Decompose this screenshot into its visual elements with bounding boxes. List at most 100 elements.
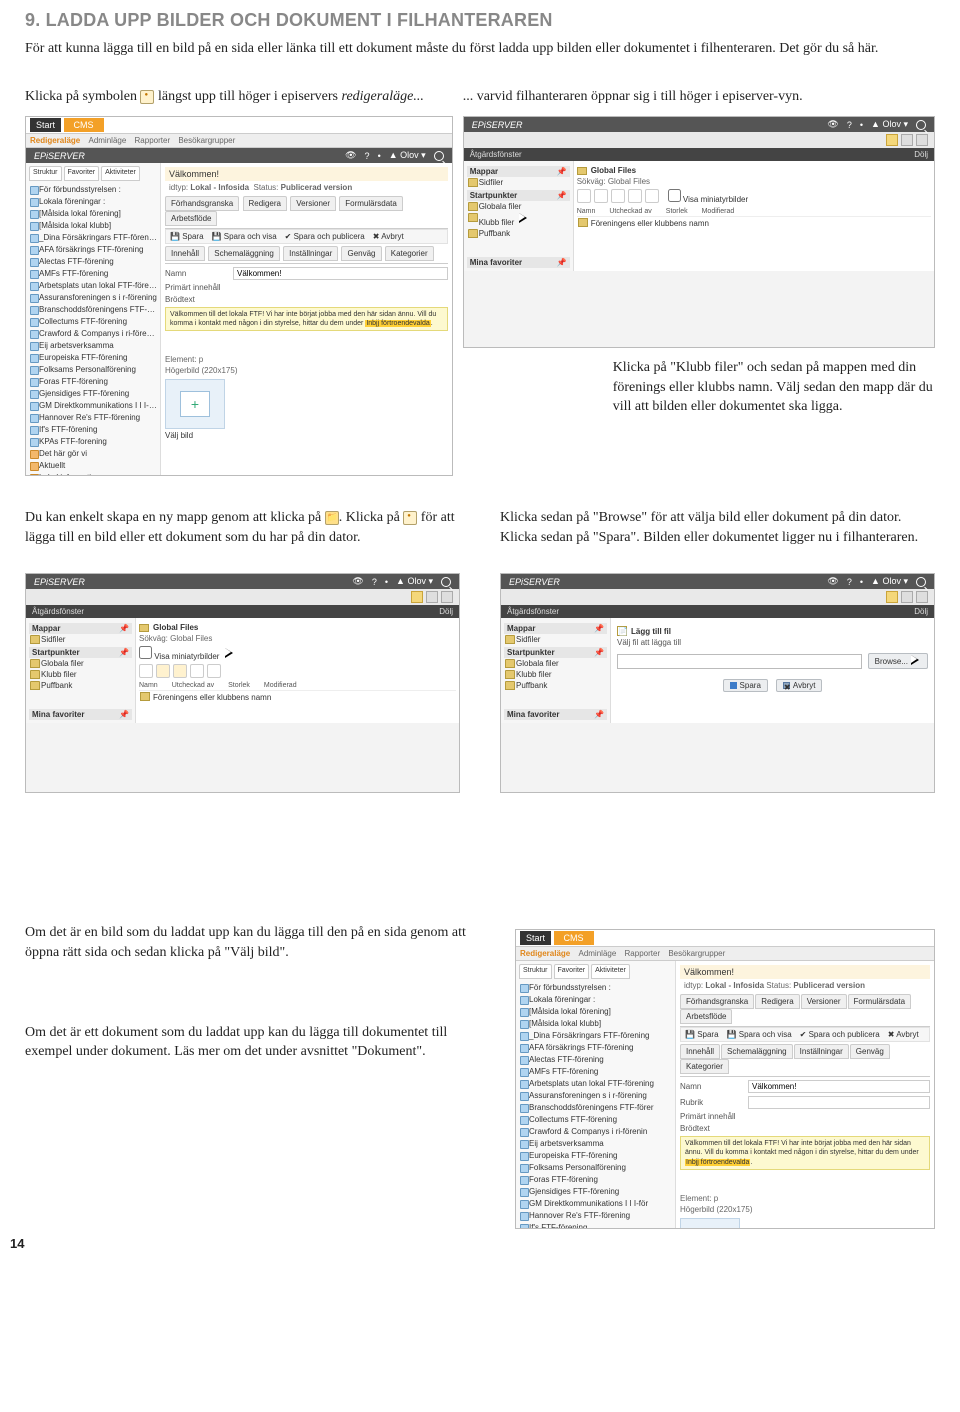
btn-spara-publicera[interactable]: ✔ Spara och publicera [285, 232, 365, 241]
browse-button[interactable]: Browse... [868, 653, 928, 669]
tree-item[interactable]: Crawford & Companys i ri-förenin [29, 328, 157, 340]
tree-item[interactable]: If's FTF-förening [29, 424, 157, 436]
col-namn[interactable]: Namn [577, 208, 596, 215]
submenu-rapporter[interactable]: Rapporter [625, 949, 661, 958]
toolbar-icon[interactable] [916, 591, 928, 603]
tree-item[interactable]: AFA försäkrings FTF-förening [29, 244, 157, 256]
tree-item[interactable]: [Målsida lokal klubb] [519, 1018, 672, 1030]
tree-item[interactable]: Det här gör vi [29, 448, 157, 460]
tree-item[interactable]: Eij arbetsverksamma [519, 1138, 672, 1150]
submenu-besokargrupper[interactable]: Besökargrupper [668, 949, 725, 958]
toolbar-icon[interactable] [886, 134, 898, 146]
fm-item-klubb[interactable]: Klubb filer [504, 669, 607, 680]
toolbar-icon[interactable] [916, 134, 928, 146]
submenu-admin[interactable]: Adminläge [578, 949, 616, 958]
page-tree[interactable]: StrukturFavoriterAktiviteter För förbund… [516, 961, 676, 1229]
submenu-redigera[interactable]: Redigeraläge [520, 949, 570, 958]
fm-item-puffbank[interactable]: Puffbank [504, 680, 607, 691]
tree-item[interactable]: _Dina Försäkringars FTF-förening [519, 1030, 672, 1042]
search-icon[interactable] [441, 577, 451, 587]
tree-item[interactable]: Arbetsplats utan lokal FTF-förening [29, 280, 157, 292]
search-icon[interactable] [916, 120, 926, 130]
tree-item[interactable]: Foras FTF-förening [29, 376, 157, 388]
tree-item[interactable]: För förbundsstyrelsen : [519, 982, 672, 994]
btn-spara[interactable]: 💾 Spara [685, 1030, 719, 1039]
tree-item[interactable]: Europeiska FTF-förening [519, 1150, 672, 1162]
tab-redigera[interactable]: Redigera [243, 196, 287, 211]
file-path-input[interactable] [617, 654, 862, 669]
fm-item-globala[interactable]: Globala filer [29, 658, 132, 669]
fm-tool-icon[interactable] [594, 189, 608, 203]
save-button[interactable]: Spara [723, 679, 768, 692]
panel-hide[interactable]: Dölj [914, 150, 928, 159]
col-modifierad[interactable]: Modifierad [702, 208, 735, 215]
fm-item-puffbank[interactable]: Puffbank [467, 228, 570, 239]
fm-item-klubb[interactable]: Klubb filer [29, 669, 132, 680]
tree-item[interactable]: Lokala föreningar : [29, 196, 157, 208]
tree-item[interactable]: _Dina Försäkringars FTF-förening [29, 232, 157, 244]
fm-tool-icon[interactable] [628, 189, 642, 203]
subtab-innehall[interactable]: Innehåll [165, 246, 205, 261]
toolbar-icon[interactable] [441, 591, 453, 603]
submenu-besokargrupper[interactable]: Besökargrupper [178, 136, 235, 145]
tree-item[interactable]: Lokal information [29, 472, 157, 477]
col-utcheckad[interactable]: Utcheckad av [609, 208, 651, 215]
tree-item[interactable]: [Målsida lokal klubb] [29, 220, 157, 232]
pin-icon[interactable]: 📌 [557, 167, 567, 176]
fm-item-sidfiler[interactable]: Sidfiler [29, 634, 132, 645]
image-drop-box[interactable]: + [165, 379, 225, 429]
help-icon[interactable]: ? [365, 151, 370, 161]
submenu-redigera[interactable]: Redigeraläge [30, 136, 80, 145]
tab-arbetsflode[interactable]: Arbetsflöde [165, 211, 217, 226]
tree-item[interactable]: Folksams Personalförening [29, 364, 157, 376]
tab-versioner[interactable]: Versioner [290, 196, 336, 211]
toolbar-icon[interactable] [901, 134, 913, 146]
user-label[interactable]: Olov [400, 150, 419, 160]
fm-tool-icon[interactable] [139, 664, 153, 678]
fm-item-globala[interactable]: Globala filer [467, 201, 570, 212]
fm-item-klubb[interactable]: Klubb filer [467, 212, 570, 228]
search-icon[interactable] [434, 151, 444, 161]
fm-item-puffbank[interactable]: Puffbank [29, 680, 132, 691]
tree-tab-struktur[interactable]: Struktur [29, 166, 62, 181]
toolbar-icon[interactable] [426, 591, 438, 603]
panel-hide[interactable]: Dölj [439, 607, 453, 616]
tree-item[interactable]: Hannover Re's FTF-förening [519, 1210, 672, 1222]
tree-item[interactable]: Aktuellt [29, 460, 157, 472]
tree-item[interactable]: För förbundsstyrelsen : [29, 184, 157, 196]
tree-item[interactable]: Eij arbetsverksamma [29, 340, 157, 352]
tree-tab-aktiviteter[interactable]: Aktiviteter [101, 166, 140, 181]
toolbar-icon[interactable] [886, 591, 898, 603]
tab-cms[interactable]: CMS [64, 118, 104, 132]
fm-item-sidfiler[interactable]: Sidfiler [504, 634, 607, 645]
fm-tool-icon[interactable] [207, 664, 221, 678]
submenu-rapporter[interactable]: Rapporter [135, 136, 171, 145]
tree-item[interactable]: Gjensidiges FTF-förening [29, 388, 157, 400]
fm-item-globala[interactable]: Globala filer [504, 658, 607, 669]
fm-tool-icon[interactable] [190, 664, 204, 678]
tree-item[interactable]: GM Direktkommunikations I I I-för [519, 1198, 672, 1210]
tab-start[interactable]: Start [520, 931, 551, 945]
fm-tool-new-folder[interactable] [156, 664, 170, 678]
page-tree[interactable]: Struktur Favoriter Aktiviteter För förbu… [26, 163, 161, 476]
btn-spara-visa[interactable]: 💾 Spara och visa [727, 1030, 792, 1039]
tree-item[interactable]: [Målsida lokal förening] [29, 208, 157, 220]
brodtext-box[interactable]: Välkommen till det lokala FTF! Vi har in… [165, 307, 448, 331]
tree-item[interactable]: Alectas FTF-förening [29, 256, 157, 268]
tree-item[interactable]: Crawford & Companys i ri-förenin [519, 1126, 672, 1138]
tree-item[interactable]: Lokala föreningar : [519, 994, 672, 1006]
tree-item[interactable]: AFA försäkrings FTF-förening [519, 1042, 672, 1054]
fm-tool-icon[interactable] [611, 189, 625, 203]
cancel-button[interactable]: ✖Avbryt [776, 679, 823, 692]
submenu-admin[interactable]: Adminläge [88, 136, 126, 145]
tree-item[interactable]: KPAs FTF-forening [29, 436, 157, 448]
tree-item[interactable]: AMFs FTF-förening [29, 268, 157, 280]
fm-tool-add-file[interactable] [173, 664, 187, 678]
tree-item[interactable]: Europeiska FTF-förening [29, 352, 157, 364]
tree-item[interactable]: [Målsida lokal förening] [519, 1006, 672, 1018]
tree-item[interactable]: If's FTF-förening [519, 1222, 672, 1230]
tree-item[interactable]: Gjensidiges FTF-förening [519, 1186, 672, 1198]
tree-item[interactable]: Collectums FTF-förening [29, 316, 157, 328]
fm-tool-icon[interactable] [645, 189, 659, 203]
tab-formular[interactable]: Formulärsdata [339, 196, 403, 211]
